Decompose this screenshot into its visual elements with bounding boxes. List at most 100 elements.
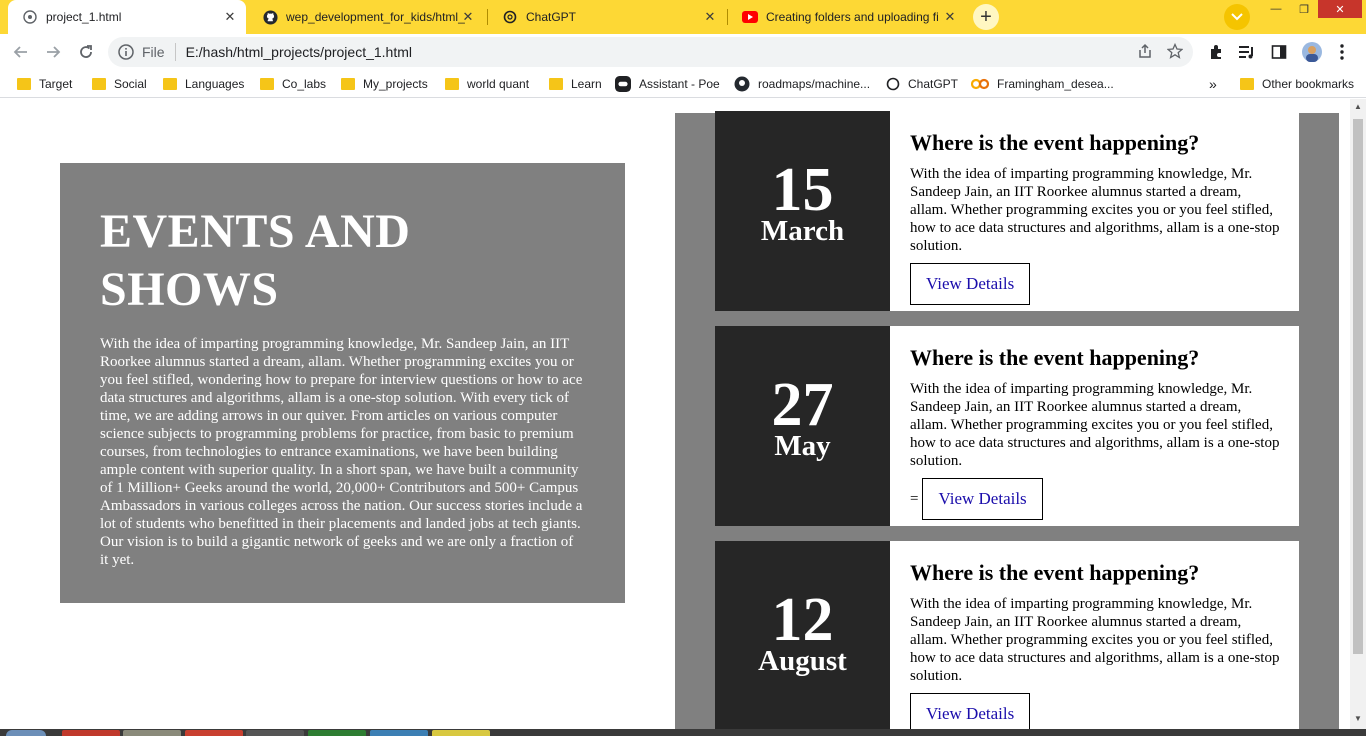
tab-chatgpt[interactable]: ChatGPT ✕ <box>488 0 726 34</box>
event-actions: View Details <box>910 263 1280 305</box>
taskbar-app[interactable] <box>370 730 428 736</box>
bookmark-label: Framingham_desea... <box>997 77 1114 91</box>
event-heading: Where is the event happening? <box>910 560 1200 585</box>
taskbar-app[interactable] <box>432 730 490 736</box>
bookmarks-bar: Target Social Languages Co_labs My_proje… <box>0 70 1366 98</box>
window-close-icon[interactable]: ✕ <box>1318 0 1362 18</box>
event-info: Where is the event happening? With the i… <box>910 344 1280 520</box>
bookmark-social[interactable]: Social <box>92 76 147 92</box>
chatgpt-icon <box>886 77 900 91</box>
tab-youtube[interactable]: Creating folders and uploading fi ✕ <box>728 0 966 34</box>
events-list: 15 March Where is the event happening? W… <box>675 111 1339 729</box>
vertical-scrollbar[interactable]: ▲ ▼ <box>1350 99 1366 729</box>
taskbar-app[interactable] <box>308 730 366 736</box>
omnibox-actions <box>1137 43 1183 59</box>
tab-title: wep_development_for_kids/html_ <box>286 10 465 24</box>
event-info: Where is the event happening? With the i… <box>910 129 1280 305</box>
share-icon[interactable] <box>1137 43 1153 59</box>
event-date: 12 August <box>715 541 890 729</box>
event-date: 15 March <box>715 111 890 311</box>
tab-strip: project_1.html ✕ wep_development_for_kid… <box>0 0 1366 34</box>
scroll-down-icon[interactable]: ▼ <box>1354 715 1362 723</box>
bookmark-co-labs[interactable]: Co_labs <box>260 76 326 92</box>
event-actions: View Details <box>910 693 1280 729</box>
media-icon[interactable] <box>1237 42 1257 62</box>
scroll-up-icon[interactable]: ▲ <box>1354 103 1362 111</box>
forward-button[interactable] <box>40 39 66 65</box>
colab-icon <box>971 78 989 90</box>
minimize-icon[interactable]: — <box>1262 0 1290 18</box>
chevron-down-icon <box>1231 13 1243 21</box>
event-card: 15 March Where is the event happening? W… <box>715 111 1299 311</box>
bookmark-languages[interactable]: Languages <box>163 76 244 92</box>
star-icon[interactable] <box>1167 43 1183 59</box>
reload-button[interactable] <box>73 39 99 65</box>
stray-text: = <box>910 490 919 507</box>
omnibox-divider <box>174 43 176 61</box>
arrow-right-icon <box>47 46 61 58</box>
view-details-button[interactable]: View Details <box>910 693 1031 729</box>
bookmark-label: Co_labs <box>282 77 327 91</box>
menu-icon[interactable] <box>1332 42 1352 62</box>
view-details-button[interactable]: View Details <box>910 263 1031 305</box>
browser-toolbar: File E:/hash/html_projects/project_1.htm… <box>0 34 1366 70</box>
hero-description: With the idea of imparting programming k… <box>100 336 583 568</box>
folder-icon <box>17 78 31 90</box>
folder-icon <box>341 78 355 90</box>
taskbar-app[interactable] <box>246 730 304 736</box>
close-icon[interactable]: ✕ <box>942 9 958 25</box>
folder-icon <box>549 78 563 90</box>
taskbar-app[interactable] <box>185 730 243 736</box>
close-icon[interactable]: ✕ <box>222 9 238 25</box>
event-card: 27 May Where is the event happening? Wit… <box>715 326 1299 526</box>
folder-icon <box>163 78 177 90</box>
side-panel-icon[interactable] <box>1269 42 1289 62</box>
address-bar[interactable]: File E:/hash/html_projects/project_1.htm… <box>108 37 1193 67</box>
bookmark-my-projects[interactable]: My_projects <box>341 76 428 92</box>
window-controls: — ❐ ✕ <box>1262 0 1362 18</box>
bookmark-framingham[interactable]: Framingham_desea... <box>971 76 1114 92</box>
url-text[interactable]: E:/hash/html_projects/project_1.html <box>186 44 412 60</box>
folder-icon <box>1240 78 1254 90</box>
youtube-icon <box>742 9 758 25</box>
other-bookmarks[interactable]: Other bookmarks <box>1240 76 1354 92</box>
folder-icon <box>92 78 106 90</box>
start-button[interactable] <box>6 730 46 736</box>
taskbar-app[interactable] <box>62 730 120 736</box>
tab-project-1[interactable]: project_1.html ✕ <box>8 0 246 34</box>
bookmark-label: ChatGPT <box>908 77 959 91</box>
tab-search-button[interactable] <box>1224 4 1250 30</box>
bookmark-chatgpt[interactable]: ChatGPT <box>886 76 958 92</box>
bookmark-world-quant[interactable]: world quant <box>445 76 529 92</box>
extensions-icon[interactable] <box>1206 42 1226 62</box>
bookmark-label: Target <box>39 77 73 91</box>
back-button[interactable] <box>8 39 34 65</box>
restore-icon[interactable]: ❐ <box>1290 0 1318 18</box>
bookmarks-overflow-button[interactable]: » <box>1209 76 1217 92</box>
new-tab-button[interactable]: + <box>973 4 999 30</box>
view-details-button[interactable]: View Details <box>922 478 1043 520</box>
bookmark-assistant-poe[interactable]: Assistant - Poe <box>615 76 720 92</box>
folder-icon <box>260 78 274 90</box>
event-actions: = View Details <box>910 478 1280 520</box>
info-icon[interactable] <box>118 44 134 60</box>
bookmark-label: Languages <box>185 77 245 91</box>
bookmark-label: roadmaps/machine... <box>758 77 871 91</box>
scrollbar-thumb[interactable] <box>1353 119 1363 654</box>
bookmark-target[interactable]: Target <box>17 76 72 92</box>
close-icon[interactable]: ✕ <box>702 9 718 25</box>
tab-github[interactable]: wep_development_for_kids/html_ ✕ <box>248 0 484 34</box>
taskbar-app[interactable] <box>123 730 181 736</box>
globe-icon <box>22 9 38 25</box>
github-icon <box>262 9 278 25</box>
bookmark-label: Social <box>114 77 147 91</box>
close-icon[interactable]: ✕ <box>460 9 476 25</box>
event-heading: Where is the event happening? <box>910 345 1200 370</box>
bookmark-learn[interactable]: Learn <box>549 76 602 92</box>
tab-title: project_1.html <box>46 10 122 24</box>
reload-icon <box>80 45 92 58</box>
avatar[interactable] <box>1302 42 1322 62</box>
chatgpt-icon <box>502 9 518 25</box>
bookmark-roadmaps[interactable]: roadmaps/machine... <box>734 76 870 92</box>
arrow-left-icon <box>13 46 27 58</box>
